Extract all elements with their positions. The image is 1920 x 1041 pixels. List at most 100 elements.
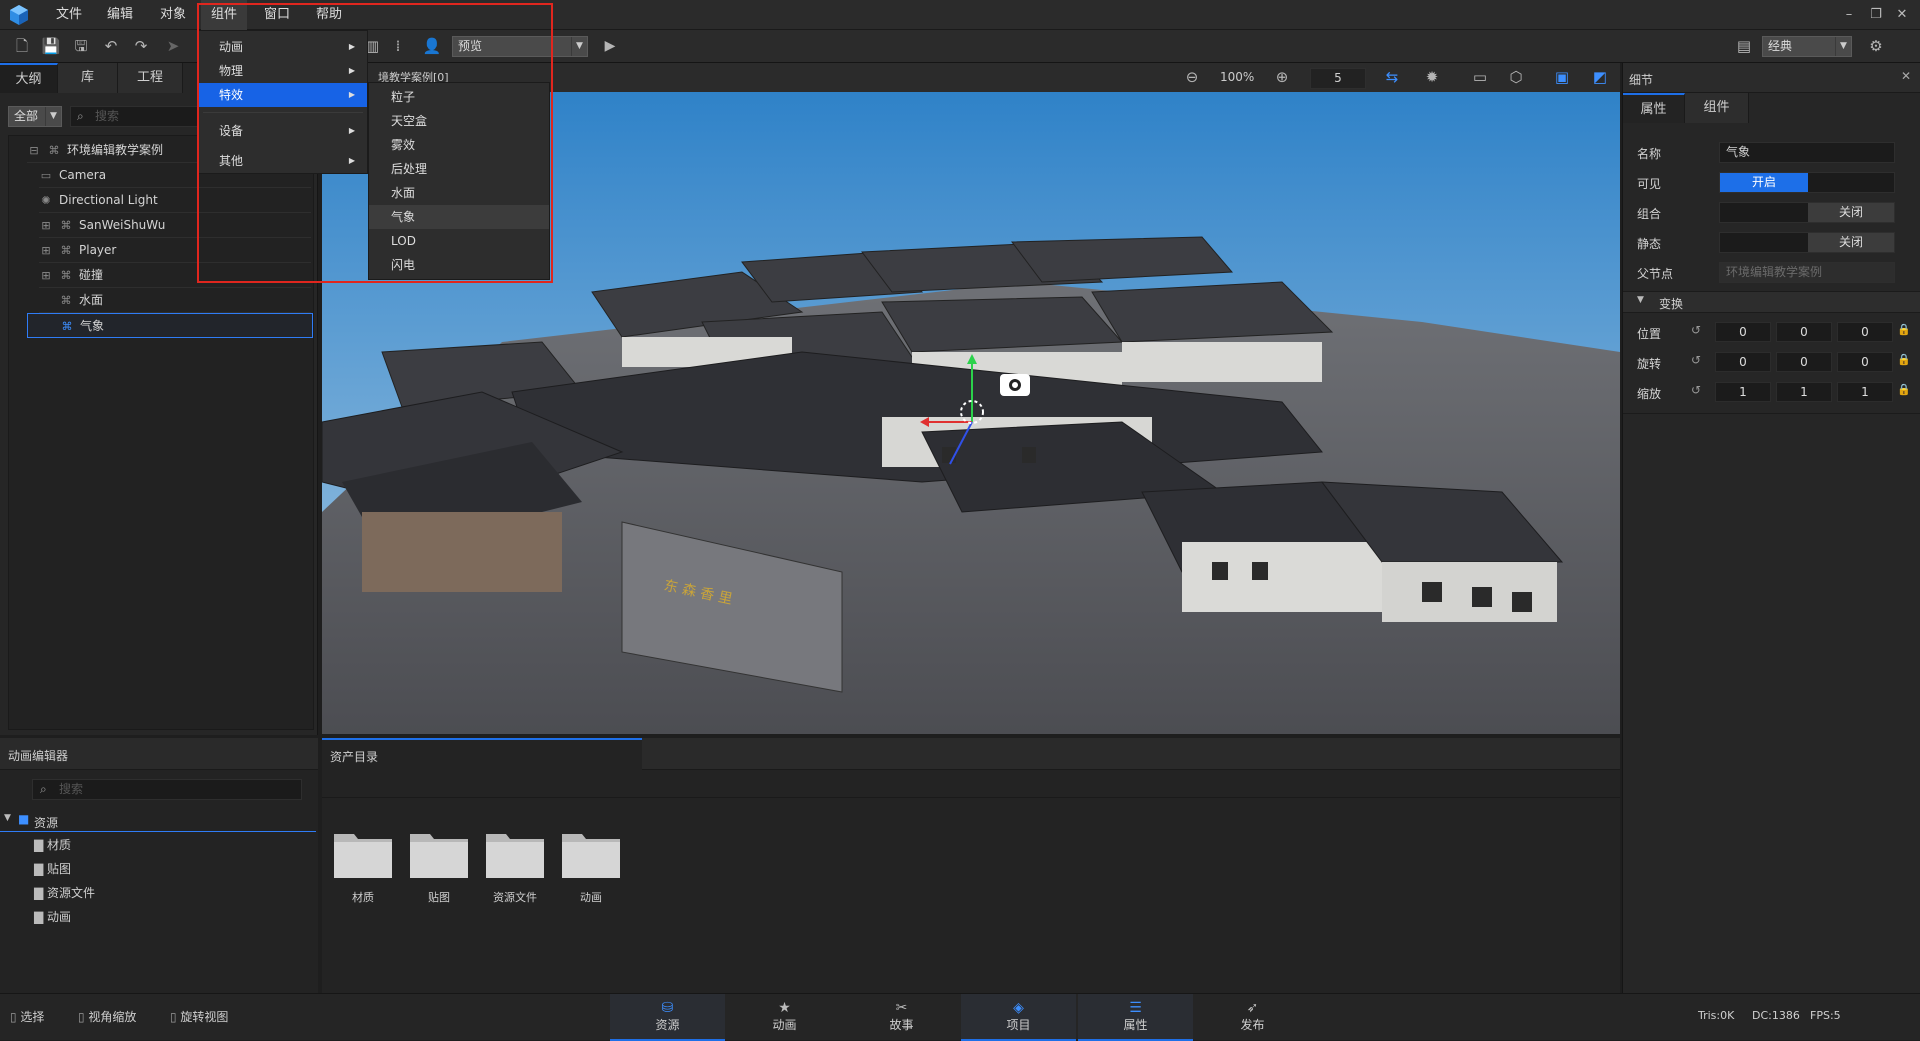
user-icon[interactable]: 👤 bbox=[422, 36, 442, 56]
bottom-tab-properties[interactable]: ☰ 属性 bbox=[1078, 994, 1193, 1041]
rotate-view-mode[interactable]: ▯ 旋转视图 bbox=[170, 1008, 228, 1025]
tree-item-player[interactable]: ⊞ ⌘ Player bbox=[39, 238, 311, 263]
lock-icon[interactable]: 🔒 bbox=[1897, 383, 1911, 396]
layout-select[interactable]: 经典 ▼ bbox=[1762, 36, 1852, 57]
group-toggle[interactable]: 关闭 bbox=[1719, 202, 1895, 223]
outline-search-input[interactable]: ⌕ 搜索 bbox=[70, 106, 202, 127]
anim-search-input[interactable]: ⌕ 搜索 bbox=[32, 779, 302, 800]
scale-z[interactable]: 1 bbox=[1837, 382, 1893, 402]
folder-animation[interactable]: 动画 bbox=[560, 828, 622, 905]
reset-icon[interactable]: ↺ bbox=[1691, 383, 1701, 397]
chevron-down-icon: ▼ bbox=[571, 37, 587, 56]
tree-item-directional-light[interactable]: ✺ Directional Light bbox=[39, 188, 311, 213]
reset-icon[interactable]: ↺ bbox=[1691, 323, 1701, 337]
reset-icon[interactable]: ↺ bbox=[1691, 353, 1701, 367]
dots-grid-icon[interactable]: ⁞ bbox=[388, 36, 408, 56]
pointer-icon[interactable]: ➤ bbox=[163, 36, 183, 56]
chart-icon[interactable]: ◩ bbox=[1590, 67, 1610, 87]
scale-y[interactable]: 1 bbox=[1776, 382, 1832, 402]
resource-root[interactable]: ▼ ■ 资源 bbox=[0, 810, 316, 832]
minimize-icon[interactable]: – bbox=[1840, 6, 1858, 24]
preview-select[interactable]: 预览 ▼ bbox=[452, 36, 588, 57]
folder-texture[interactable]: 贴图 bbox=[408, 828, 470, 905]
submenu-item-particles[interactable]: 粒子 bbox=[369, 85, 549, 109]
close-icon[interactable]: ✕ bbox=[1893, 6, 1911, 24]
tab-project[interactable]: 工程 bbox=[118, 63, 183, 93]
tree-item-texture[interactable]: ▇ 贴图 bbox=[34, 860, 71, 877]
menu-item-effects[interactable]: 特效 ▶ bbox=[199, 83, 367, 107]
visible-toggle[interactable]: 开启 bbox=[1719, 172, 1895, 193]
submenu-item-lightning[interactable]: 闪电 bbox=[369, 253, 549, 277]
new-file-icon[interactable]: 🗋 bbox=[12, 36, 32, 56]
menu-bar: 文件 编辑 对象 组件 窗口 帮助 – ❐ ✕ bbox=[0, 0, 1920, 30]
menu-item-other[interactable]: 其他 ▶ bbox=[199, 149, 367, 173]
menu-item-physics[interactable]: 物理 ▶ bbox=[199, 59, 367, 83]
settings-icon[interactable]: ⚙ bbox=[1866, 36, 1886, 56]
submenu-item-skybox[interactable]: 天空盒 bbox=[369, 109, 549, 133]
sync-icon[interactable]: ⇆ bbox=[1382, 67, 1402, 87]
play-icon[interactable]: ▶ bbox=[600, 36, 620, 56]
menu-component[interactable]: 组件 bbox=[201, 0, 248, 30]
tree-item-collision[interactable]: ⊞ ⌘ 碰撞 bbox=[39, 263, 311, 288]
tab-components[interactable]: 组件 bbox=[1685, 93, 1749, 123]
static-toggle[interactable]: 关闭 bbox=[1719, 232, 1895, 253]
position-x[interactable]: 0 bbox=[1715, 322, 1771, 342]
lock-icon[interactable]: 🔒 bbox=[1897, 323, 1911, 336]
zoom-in-icon[interactable]: ⊕ bbox=[1272, 67, 1292, 87]
tree-item-animation[interactable]: ▇ 动画 bbox=[34, 908, 71, 925]
name-field[interactable]: 气象 bbox=[1719, 142, 1895, 163]
menu-window[interactable]: 窗口 bbox=[254, 0, 300, 30]
gear-icon[interactable]: ✹ bbox=[1422, 67, 1442, 87]
save-all-icon[interactable]: 🖫 bbox=[71, 36, 91, 56]
filter-select[interactable]: 全部 ▼ bbox=[8, 106, 62, 127]
zoom-out-icon[interactable]: ⊖ bbox=[1182, 67, 1202, 87]
tab-properties[interactable]: 属性 bbox=[1623, 93, 1685, 123]
bottom-tab-project[interactable]: ◈ 项目 bbox=[961, 994, 1076, 1041]
folder-material[interactable]: 材质 bbox=[332, 828, 394, 905]
submenu-item-water[interactable]: 水面 bbox=[369, 181, 549, 205]
grid-size-input[interactable]: 5 bbox=[1310, 68, 1366, 89]
menu-object[interactable]: 对象 bbox=[150, 0, 196, 30]
select-mode[interactable]: ▯ 选择 bbox=[10, 1008, 44, 1025]
submenu-item-weather[interactable]: 气象 bbox=[369, 205, 549, 229]
rotation-y[interactable]: 0 bbox=[1776, 352, 1832, 372]
tree-item-sanweishuwu[interactable]: ⊞ ⌘ SanWeiShuWu bbox=[39, 213, 311, 238]
lock-icon[interactable]: 🔒 bbox=[1897, 353, 1911, 366]
tab-asset-directory[interactable]: 资产目录 bbox=[322, 738, 642, 770]
submenu-item-lod[interactable]: LOD bbox=[369, 229, 549, 253]
zoom-view-mode[interactable]: ▯ 视角缩放 bbox=[78, 1008, 136, 1025]
scale-x[interactable]: 1 bbox=[1715, 382, 1771, 402]
bottom-tab-publish[interactable]: ➶ 发布 bbox=[1195, 994, 1310, 1041]
undo-icon[interactable]: ↶ bbox=[101, 36, 121, 56]
restore-icon[interactable]: ❐ bbox=[1867, 6, 1885, 24]
folder-resource-files[interactable]: 资源文件 bbox=[484, 828, 546, 905]
save-icon[interactable]: 💾 bbox=[41, 36, 61, 56]
menu-help[interactable]: 帮助 bbox=[306, 0, 352, 30]
tree-item-water[interactable]: ⌘ 水面 bbox=[39, 288, 311, 313]
redo-icon[interactable]: ↷ bbox=[131, 36, 151, 56]
tab-outline[interactable]: 大纲 bbox=[0, 63, 58, 93]
save-view-icon[interactable]: ▣ bbox=[1552, 67, 1572, 87]
rotation-x[interactable]: 0 bbox=[1715, 352, 1771, 372]
menu-item-animation[interactable]: 动画 ▶ bbox=[199, 35, 367, 59]
position-y[interactable]: 0 bbox=[1776, 322, 1832, 342]
menu-file[interactable]: 文件 bbox=[46, 0, 92, 30]
bottom-tab-resources[interactable]: ⛁ 资源 bbox=[610, 994, 725, 1041]
layout-icon[interactable]: ▤ bbox=[1734, 36, 1754, 56]
close-icon[interactable]: ✕ bbox=[1901, 69, 1911, 83]
bottom-tab-story[interactable]: ✂ 故事 bbox=[844, 994, 959, 1041]
submenu-item-post-process[interactable]: 后处理 bbox=[369, 157, 549, 181]
tree-item-material[interactable]: ▇ 材质 bbox=[34, 836, 71, 853]
transform-section-header[interactable]: ▼ 变换 bbox=[1623, 291, 1920, 313]
position-z[interactable]: 0 bbox=[1837, 322, 1893, 342]
video-camera-icon[interactable]: ▭ bbox=[1470, 67, 1490, 87]
rotation-z[interactable]: 0 bbox=[1837, 352, 1893, 372]
tree-item-resource-files[interactable]: ▇ 资源文件 bbox=[34, 884, 95, 901]
tree-item-weather[interactable]: ⌘ 气象 bbox=[27, 313, 313, 338]
tab-library[interactable]: 库 bbox=[58, 63, 118, 93]
cube-icon[interactable]: ⬡ bbox=[1506, 67, 1526, 87]
menu-item-devices[interactable]: 设备 ▶ bbox=[199, 119, 367, 143]
submenu-item-fog[interactable]: 雾效 bbox=[369, 133, 549, 157]
menu-edit[interactable]: 编辑 bbox=[97, 0, 143, 30]
bottom-tab-animation[interactable]: ★ 动画 bbox=[727, 994, 842, 1041]
